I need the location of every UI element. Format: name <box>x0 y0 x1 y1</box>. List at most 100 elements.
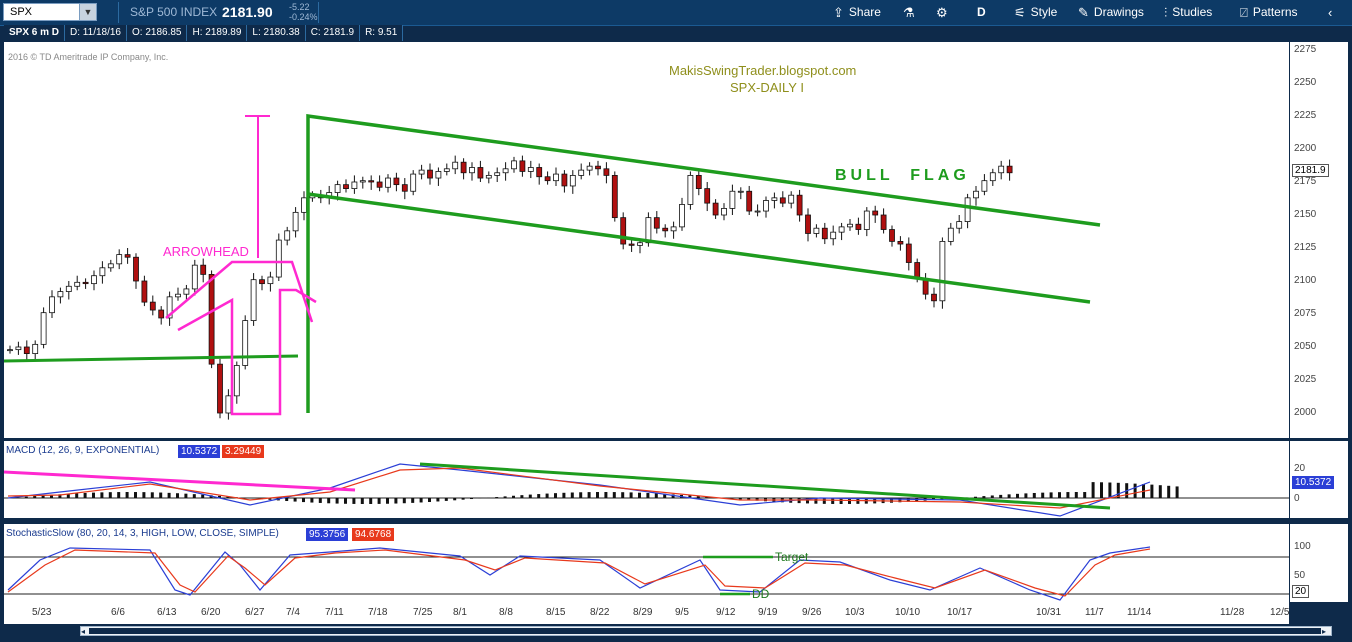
flask-button[interactable]: ⚗ <box>903 3 915 22</box>
time-axis-label: 9/19 <box>758 607 778 618</box>
stochastic-k-value: 95.3756 <box>306 528 349 541</box>
drawings-label: Drawings <box>1093 5 1144 19</box>
price-tick-label: 2075 <box>1294 308 1317 319</box>
scroll-right-icon[interactable]: ▸ <box>1322 627 1326 636</box>
stochastic-d-value: 94.6768 <box>352 528 395 541</box>
share-button[interactable]: ⇪ Share <box>833 3 881 22</box>
macd-current-tag: 10.5372 <box>1292 476 1335 489</box>
time-axis-label: 8/29 <box>633 607 653 618</box>
style-button[interactable]: ⚟ Style <box>1014 3 1057 22</box>
last-price: 2181.90 <box>222 4 273 20</box>
symbol-dropdown-icon[interactable]: ▼ <box>79 4 96 20</box>
top-toolbar: SPX ▼ S&P 500 INDEX 2181.90 -5.22 -0.24%… <box>0 0 1352 26</box>
info-high: H: 2189.89 <box>187 25 248 41</box>
macd-title[interactable]: MACD (12, 26, 9, EXPONENTIAL) <box>6 445 160 456</box>
target-annotation: Target <box>775 550 809 564</box>
time-axis-label: 8/8 <box>499 607 513 618</box>
info-date: D: 11/18/16 <box>65 25 127 41</box>
index-name: S&P 500 INDEX <box>130 5 218 19</box>
price-tick-label: 2250 <box>1294 77 1317 88</box>
pct-change: -0.24% <box>289 12 318 22</box>
flask-icon: ⚗ <box>903 5 915 20</box>
drawings-button[interactable]: ✎ Drawings <box>1078 3 1144 22</box>
symbol-input[interactable]: SPX ▼ <box>3 3 97 21</box>
macd-tick-0: 0 <box>1294 493 1300 504</box>
collapse-button[interactable]: ‹ <box>1328 3 1332 22</box>
chevron-left-icon: ‹ <box>1328 5 1333 20</box>
time-axis-label: 12/5 <box>1270 607 1290 618</box>
dd-annotation: DD <box>752 587 770 601</box>
info-close: C: 2181.9 <box>305 25 361 41</box>
price-tick-label: 2175 <box>1294 176 1317 187</box>
info-range: R: 9.51 <box>360 25 404 41</box>
price-tick-label: 2050 <box>1294 341 1317 352</box>
time-axis-label: 10/17 <box>947 607 973 618</box>
time-axis-label: 6/27 <box>245 607 265 618</box>
time-axis-label: 6/6 <box>111 607 125 618</box>
blog-annotation: MakisSwingTrader.blogspot.com <box>669 63 857 78</box>
bull-flag-annotation: BULL FLAG <box>835 167 970 184</box>
stoch-current-tag: 20 <box>1292 585 1310 598</box>
time-axis-label: 8/1 <box>453 607 467 618</box>
macd-signal-value: 3.29449 <box>222 445 265 458</box>
symbol-input-value[interactable]: SPX <box>10 6 32 18</box>
time-axis-label: 5/23 <box>32 607 52 618</box>
macd-tick-20: 20 <box>1294 463 1306 474</box>
time-axis-label: 8/15 <box>546 607 566 618</box>
scroll-left-icon[interactable]: ◂ <box>81 627 85 636</box>
macd-value: 10.5372 <box>178 445 221 458</box>
patterns-button[interactable]: ⍁ Patterns <box>1240 3 1298 22</box>
time-axis-label: 8/22 <box>590 607 610 618</box>
settings-button[interactable]: ⚙ <box>936 3 948 22</box>
current-price-tag: 2181.9 <box>1292 164 1329 177</box>
time-axis-label: 11/7 <box>1085 607 1104 618</box>
candlestick-icon: ⚟ <box>1014 5 1026 20</box>
time-axis-label: 11/14 <box>1127 607 1152 618</box>
studies-icon: ⫶ <box>1164 5 1168 20</box>
price-tick-label: 2150 <box>1294 209 1317 220</box>
scrollbar-thumb[interactable] <box>89 628 1321 634</box>
symbol-period: SPX 6 m D <box>4 25 66 41</box>
toolbar-divider <box>318 2 319 23</box>
time-axis-label: 7/4 <box>286 607 300 618</box>
pencil-icon: ✎ <box>1078 5 1089 20</box>
time-axis-label: 6/20 <box>201 607 221 618</box>
time-axis-label: 7/11 <box>325 607 344 618</box>
stochastic-title[interactable]: StochasticSlow (80, 20, 14, 3, HIGH, LOW… <box>6 528 279 539</box>
price-tick-label: 2100 <box>1294 275 1317 286</box>
time-scrollbar[interactable] <box>80 626 1332 636</box>
time-axis-label: 10/3 <box>845 607 865 618</box>
style-label: Style <box>1030 5 1058 19</box>
price-chart-panel[interactable] <box>4 42 1289 438</box>
chart-subtitle-annotation: SPX-DAILY I <box>730 80 804 95</box>
studies-button[interactable]: ⫶ Studies <box>1164 3 1212 22</box>
net-change: -5.22 <box>289 2 310 12</box>
share-label: Share <box>848 5 881 19</box>
price-tick-label: 2125 <box>1294 242 1317 253</box>
studies-label: Studies <box>1172 5 1213 19</box>
price-tick-label: 2025 <box>1294 374 1317 385</box>
time-axis-label: 7/25 <box>413 607 433 618</box>
info-low: L: 2180.38 <box>247 25 306 41</box>
time-axis-label: 11/28 <box>1220 607 1245 618</box>
gear-icon: ⚙ <box>936 5 948 20</box>
ohlc-info-bar: SPX 6 m D D: 11/18/16 O: 2186.85 H: 2189… <box>4 25 404 41</box>
patterns-label: Patterns <box>1252 5 1298 19</box>
period-label: D <box>977 5 986 19</box>
time-axis-label: 9/5 <box>675 607 689 618</box>
copyright-text: 2016 © TD Ameritrade IP Company, Inc. <box>8 52 169 62</box>
time-axis-label: 7/18 <box>368 607 388 618</box>
period-button[interactable]: D <box>977 3 986 22</box>
stoch-tick-50: 50 <box>1294 570 1306 581</box>
price-tick-label: 2200 <box>1294 143 1317 154</box>
stoch-tick-100: 100 <box>1294 541 1311 552</box>
patterns-icon: ⍁ <box>1240 5 1248 20</box>
time-axis-label: 9/12 <box>716 607 736 618</box>
price-tick-label: 2275 <box>1294 44 1317 55</box>
time-axis-label: 9/26 <box>802 607 822 618</box>
arrowhead-annotation: ARROWHEAD <box>163 244 249 259</box>
time-axis-label: 10/31 <box>1036 607 1062 618</box>
share-icon: ⇪ <box>833 5 844 20</box>
info-open: O: 2186.85 <box>127 25 188 41</box>
time-axis-label: 6/13 <box>157 607 177 618</box>
